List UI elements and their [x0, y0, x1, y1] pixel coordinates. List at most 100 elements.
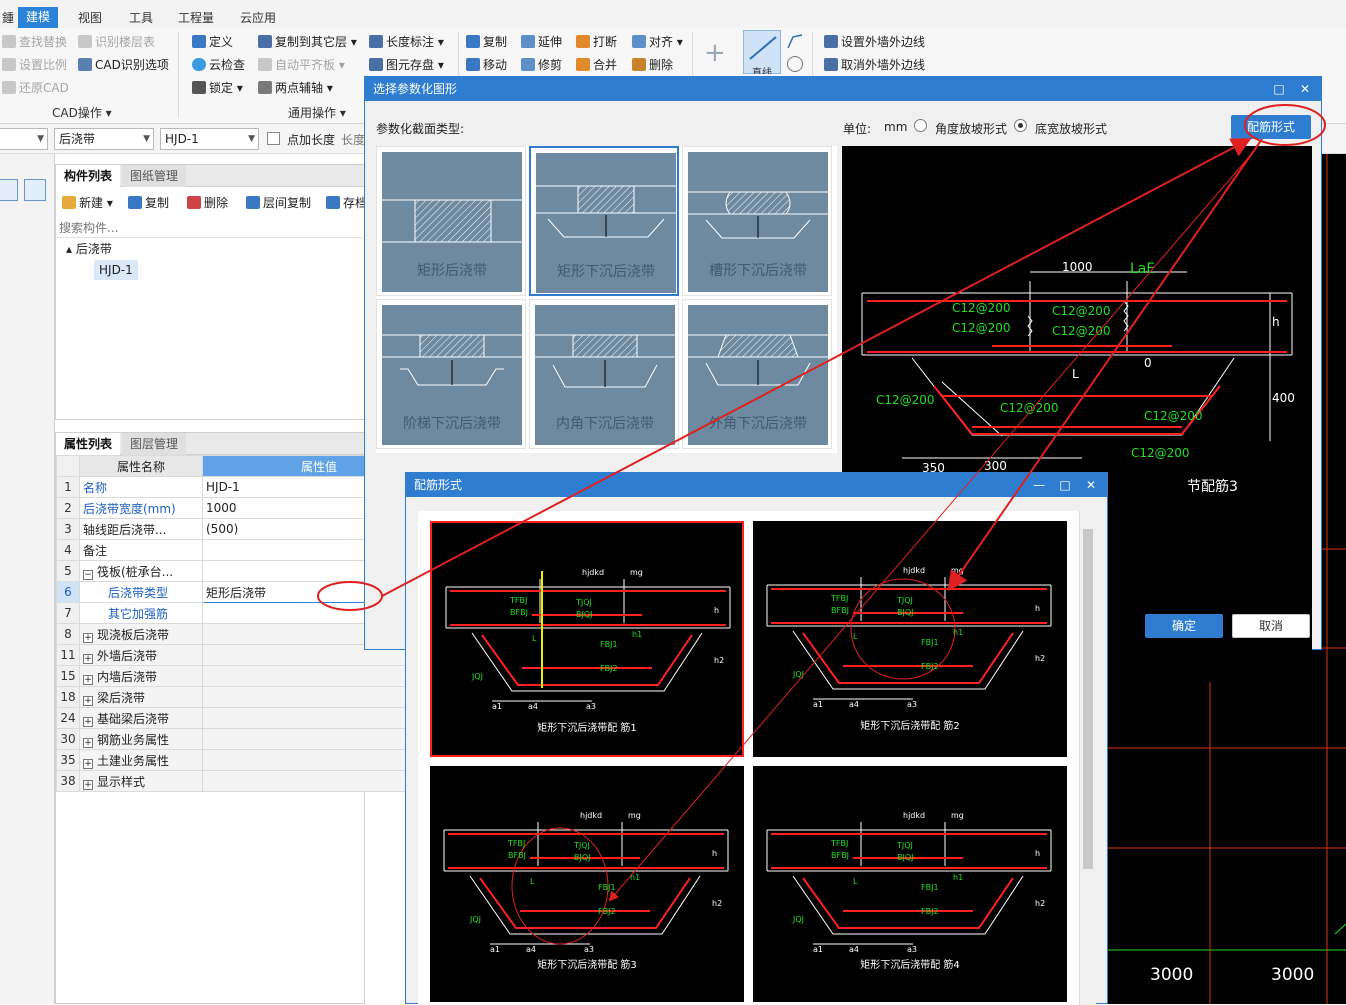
- radio-angle-slope[interactable]: [914, 119, 927, 132]
- restore-cad-button[interactable]: 还原CAD: [2, 78, 69, 98]
- expand-icon[interactable]: −: [83, 569, 93, 580]
- auto-align-slab-button[interactable]: 自动平齐板 ▾: [258, 55, 345, 75]
- expand-icon[interactable]: +: [83, 674, 93, 685]
- table-row[interactable]: 38 + 显示样式: [56, 770, 436, 792]
- property-name-cell: 后浇带类型: [79, 581, 203, 603]
- copy-to-other-floor-button[interactable]: 复制到其它层 ▾: [258, 32, 357, 52]
- property-value-cell[interactable]: [202, 770, 436, 792]
- rebar-form-button[interactable]: 配筋形式: [1231, 115, 1311, 139]
- move-button[interactable]: 移动: [466, 55, 507, 75]
- merge-button[interactable]: 合并: [576, 55, 617, 75]
- property-value-cell[interactable]: [202, 728, 436, 750]
- tab-property-list[interactable]: 属性列表: [56, 433, 121, 455]
- maximize-icon[interactable]: □: [1053, 473, 1077, 497]
- table-row[interactable]: 35 + 土建业务属性: [56, 749, 436, 771]
- set-outer-wall-button[interactable]: 设置外墙外边线: [824, 32, 925, 52]
- table-row[interactable]: 18 + 梁后浇带: [56, 686, 436, 708]
- vertical-scrollbar[interactable]: [1079, 511, 1096, 1005]
- table-row[interactable]: 24 + 基础梁后浇带: [56, 707, 436, 729]
- shape-option[interactable]: 内角下沉后浇带: [529, 299, 679, 449]
- card-view-icon[interactable]: [24, 179, 46, 201]
- cad-group-label[interactable]: CAD操作 ▾: [52, 104, 112, 121]
- extend-button[interactable]: 延伸: [521, 32, 562, 52]
- dim-300: 300: [984, 459, 1007, 473]
- ok-button[interactable]: 确定: [1145, 614, 1223, 638]
- expand-icon[interactable]: +: [83, 758, 93, 769]
- type-select[interactable]: 后浇带 ▼: [54, 128, 154, 150]
- shape-option[interactable]: 矩形下沉后浇带: [529, 146, 679, 296]
- rebar-option[interactable]: hjdkd mg TFBJ BFBJ TJQJ BJQJ h1 h2 h L JQJ a1 a4 a3 FB…: [753, 766, 1067, 1002]
- tab-layer-management[interactable]: 图层管理: [122, 433, 187, 455]
- close-icon[interactable]: ✕: [1293, 77, 1317, 101]
- table-row[interactable]: 30 + 钢筋业务属性: [56, 728, 436, 750]
- copy-button[interactable]: 复制: [466, 32, 507, 52]
- radio-bottom-width-slope[interactable]: [1014, 119, 1027, 132]
- menu-modeling[interactable]: 建模: [18, 7, 59, 28]
- cancel-button[interactable]: 取消: [1232, 614, 1310, 638]
- expand-icon[interactable]: +: [83, 779, 93, 790]
- add-length-checkbox[interactable]: [267, 132, 280, 145]
- tree-node-hjd-1[interactable]: HJD-1: [94, 260, 138, 280]
- break-button[interactable]: 打断: [576, 32, 617, 52]
- save-element-button[interactable]: 图元存盘 ▾: [369, 55, 444, 75]
- define-button[interactable]: 定义: [192, 32, 233, 52]
- property-value-cell[interactable]: [202, 707, 436, 729]
- maximize-icon[interactable]: □: [1267, 77, 1291, 101]
- rebar-option[interactable]: hjdkd mg TFBJ BFBJ TJQJ BJQJ h1 h2 h L JQJ a1 a4 a3 FB…: [430, 766, 744, 1002]
- circle-icon[interactable]: [787, 56, 803, 72]
- shape-option[interactable]: 外角下沉后浇带: [682, 299, 832, 449]
- component-select[interactable]: HJD-1 ▼: [160, 128, 259, 150]
- length-dimension-button[interactable]: 长度标注 ▾: [369, 32, 444, 52]
- menu-cloud[interactable]: 云应用: [232, 8, 284, 28]
- expand-icon[interactable]: +: [83, 737, 93, 748]
- cancel-outer-wall-button[interactable]: 取消外墙外边线: [824, 55, 925, 75]
- cloud-check-button[interactable]: 云检查: [192, 55, 245, 75]
- align-button[interactable]: 对齐 ▾: [632, 32, 683, 52]
- tree-node-post-cast-strip[interactable]: ▴ 后浇带: [66, 240, 112, 257]
- tab-component-list[interactable]: 构件列表: [56, 165, 121, 187]
- set-scale-button[interactable]: 设置比例: [2, 55, 67, 75]
- menu-quantity[interactable]: 工程量: [170, 8, 222, 28]
- floor-copy-button[interactable]: 层间复制: [246, 193, 311, 213]
- common-group-label[interactable]: 通用操作 ▾: [288, 104, 346, 121]
- delete-button[interactable]: 删除: [632, 55, 673, 75]
- expand-icon[interactable]: +: [83, 653, 93, 664]
- delete-label: 删除: [649, 58, 674, 72]
- expand-icon[interactable]: +: [83, 716, 93, 727]
- property-value-cell[interactable]: [202, 665, 436, 687]
- scrollbar-thumb[interactable]: [1083, 529, 1093, 869]
- rebar-option[interactable]: hjdkd mg TFBJ BFBJ TJQJ BJQJ h1 h2 h L JQJ a1 a4 a3 FB…: [430, 521, 744, 757]
- two-point-axis-button[interactable]: 两点辅轴 ▾: [258, 78, 333, 98]
- archive-button[interactable]: 存档: [326, 193, 367, 213]
- property-value-cell[interactable]: [202, 686, 436, 708]
- crosshair-icon[interactable]: +: [704, 38, 726, 68]
- menu-tools[interactable]: 工具: [121, 8, 161, 28]
- tab-drawing-management[interactable]: 图纸管理: [122, 165, 187, 187]
- polyline-icon[interactable]: [786, 32, 804, 50]
- shape-option[interactable]: 阶梯下沉后浇带: [376, 299, 526, 449]
- property-name: 显示样式: [97, 774, 146, 789]
- new-button[interactable]: 新建 ▾: [62, 193, 113, 213]
- close-icon[interactable]: ✕: [1079, 473, 1103, 497]
- shape-option[interactable]: 槽形下沉后浇带: [682, 146, 832, 296]
- find-replace-button[interactable]: 查找替换: [2, 32, 67, 52]
- expand-icon[interactable]: +: [83, 632, 93, 643]
- list-view-icon[interactable]: [0, 179, 18, 201]
- property-name-cell: + 梁后浇带: [79, 686, 203, 708]
- expand-icon[interactable]: +: [83, 695, 93, 706]
- floor-select[interactable]: ▼: [0, 128, 48, 150]
- shape-option[interactable]: 矩形后浇带: [376, 146, 526, 296]
- search-component-input[interactable]: [57, 218, 363, 238]
- delete-component-button[interactable]: 删除: [187, 193, 228, 213]
- menu-view[interactable]: 视图: [70, 8, 110, 28]
- identify-floor-table-button[interactable]: 识别楼层表: [78, 32, 155, 52]
- rebar-option[interactable]: hjdkd mg TFBJ BFBJ TJQJ BJQJ h1 h2 h L JQJ a1 a4 a3 FB…: [753, 521, 1067, 757]
- lock-button[interactable]: 锁定 ▾: [192, 78, 243, 98]
- property-value-cell[interactable]: [202, 749, 436, 771]
- trim-button[interactable]: 修剪: [521, 55, 562, 75]
- cad-identify-options-button[interactable]: CAD识别选项: [78, 55, 169, 75]
- line-tool-button[interactable]: 直线: [743, 30, 781, 74]
- copy-component-button[interactable]: 复制: [128, 193, 169, 213]
- table-row[interactable]: 15 + 内墙后浇带: [56, 665, 436, 687]
- minimize-icon[interactable]: —: [1027, 473, 1051, 497]
